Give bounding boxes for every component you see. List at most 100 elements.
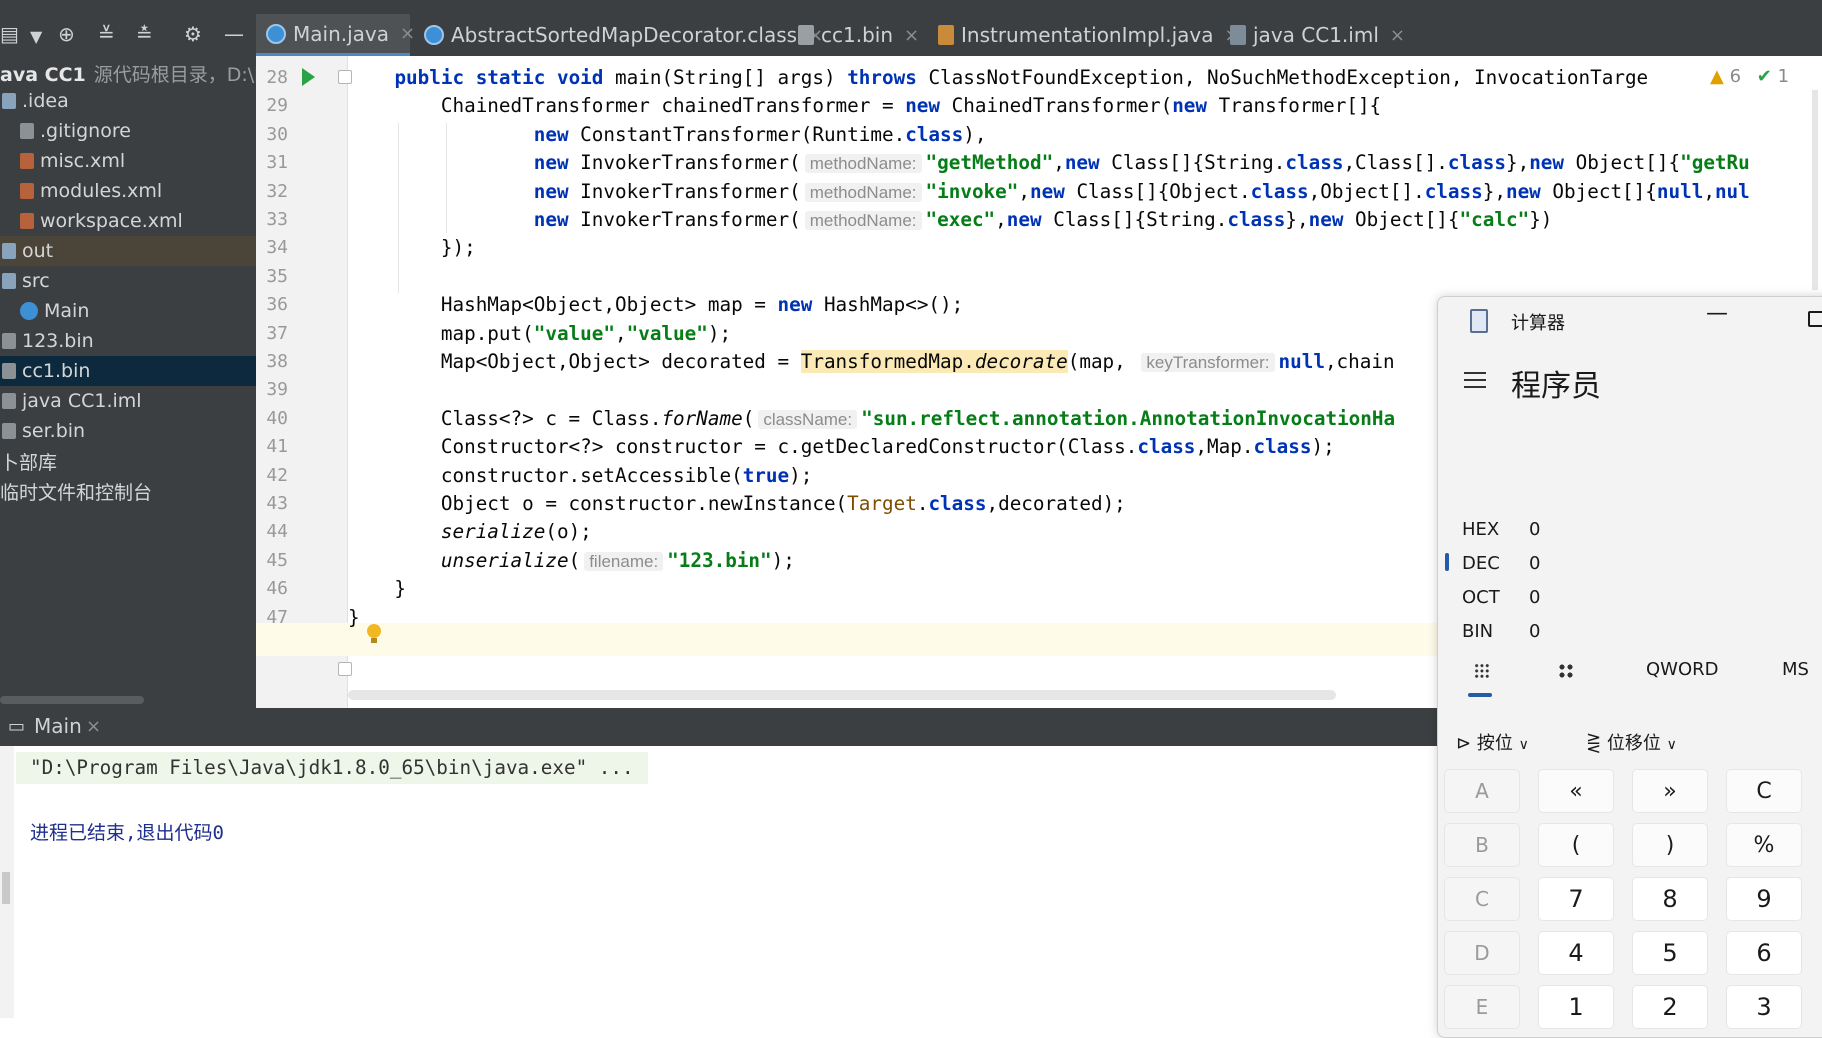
maximize-icon[interactable] [1808,311,1822,327]
fold-icon[interactable] [338,662,352,676]
project-tree-item[interactable]: java CC1.iml [0,386,256,416]
code-line[interactable]: unserialize(filename: "123.bin"); [348,544,795,577]
project-view-icon[interactable]: ▤ [0,22,19,46]
tab-abstractsortedmapdecorator[interactable]: AbstractSortedMapDecorator.class × [414,14,823,56]
calc-key[interactable]: 4 [1538,931,1614,975]
memory-store-button[interactable]: MS [1782,659,1809,680]
line-number: 47 [266,606,288,628]
code-token: null [1278,350,1325,373]
close-icon[interactable]: × [86,716,101,737]
run-gutter-icon[interactable] [302,68,315,86]
calc-key[interactable]: % [1726,823,1802,867]
editor-horizontal-scrollbar[interactable] [348,690,1336,700]
project-tree-item[interactable]: cc1.bin [0,356,256,386]
calc-key[interactable]: 8 [1632,877,1708,921]
code-token: . [916,492,929,515]
calc-key[interactable]: ) [1632,823,1708,867]
project-tree-item-label: Main [44,300,90,322]
project-root[interactable]: ava CC1 源代码根目录，D:\网安 [0,60,256,87]
inspection-widget[interactable]: ▲ 6 ✔ 1 [1710,66,1789,87]
base-hex[interactable]: HEX 0 [1462,519,1540,540]
code-token: ChainedTransformer( [951,94,1173,118]
calc-key[interactable]: C [1726,769,1802,813]
project-tree-item[interactable]: misc.xml [0,146,256,176]
code-token: main(String[] args) [615,66,848,89]
close-icon[interactable]: × [904,25,919,46]
project-tree-item[interactable]: .idea [0,86,256,116]
calc-key[interactable]: 9 [1726,877,1802,921]
code-token: "value" [533,321,615,345]
project-tree-item[interactable]: ser.bin [0,416,256,446]
project-scrollbar[interactable] [0,696,144,704]
bitwise-dropdown[interactable]: ⊳ 按位 ∨ [1456,729,1529,755]
base-name: BIN [1462,621,1494,642]
code-line[interactable]: }); [348,231,476,264]
project-tree-item[interactable]: 卜部库 [0,446,256,476]
hide-icon[interactable]: — [224,22,244,46]
project-tree-item-label: workspace.xml [40,210,183,232]
settings-icon[interactable]: ⚙ [184,22,202,46]
collapse-all-icon[interactable]: ≛ [136,22,153,46]
project-tree-item[interactable]: 123.bin [0,326,256,356]
calc-key[interactable]: 5 [1632,931,1708,975]
tab-cc1-bin[interactable]: cc1.bin × [788,14,924,56]
code-token: class [1447,151,1506,175]
code-line[interactable]: new InvokerTransformer(methodName: "exec"… [348,203,1553,236]
calc-key[interactable]: » [1632,769,1708,813]
calc-key[interactable]: 6 [1726,931,1802,975]
calc-key: E [1444,985,1520,1029]
base-bin[interactable]: BIN 0 [1462,621,1540,642]
full-keypad-icon[interactable] [1474,663,1490,679]
project-tree-item[interactable]: .gitignore [0,116,256,146]
tab-java-cc1-iml[interactable]: java CC1.iml × [1220,14,1410,56]
code-token: class [1424,179,1483,203]
code-token: "calc" [1459,208,1530,231]
editor-vertical-scrollbar[interactable] [1812,90,1818,290]
project-tree-item[interactable]: out [0,236,256,266]
project-tree-item[interactable]: src [0,266,256,296]
code-token: new [1529,151,1576,175]
close-icon[interactable]: × [1390,25,1405,46]
calc-key[interactable]: 7 [1538,877,1614,921]
run-side-marker [2,872,10,904]
tab-instrumentationimpl[interactable]: InstrumentationImpl.java × [928,14,1240,56]
minimize-icon[interactable]: — [1706,301,1728,326]
keypad-tab-indicator [1468,693,1492,697]
code-token: }); [348,236,476,260]
project-tree-item[interactable]: 临时文件和控制台 [0,476,256,506]
project-tree-item[interactable]: workspace.xml [0,206,256,236]
code-line[interactable]: } [348,601,360,634]
code-token: ); [707,321,732,345]
run-tab-label[interactable]: Main [34,714,82,738]
check-icon: ✔ [1756,66,1772,87]
calc-key: B [1444,823,1520,867]
locate-icon[interactable]: ⊕ [58,22,75,46]
java-class-icon [266,23,286,44]
calc-key[interactable]: 3 [1726,985,1802,1029]
close-icon[interactable]: × [400,23,415,44]
project-tree-item[interactable]: modules.xml [0,176,256,206]
calc-key[interactable]: ( [1538,823,1614,867]
calc-key[interactable]: « [1538,769,1614,813]
lightbulb-icon[interactable] [367,624,381,643]
fold-icon[interactable] [338,70,352,84]
word-size-button[interactable]: QWORD [1646,659,1719,680]
menu-icon[interactable] [1464,367,1486,393]
dropdown-icon[interactable]: ▼ [30,25,42,49]
project-tree-item-label: .idea [22,90,69,112]
base-oct[interactable]: OCT 0 [1462,587,1540,608]
calc-key[interactable]: 2 [1632,985,1708,1029]
code-token: Class[]{String. [1053,208,1228,231]
code-line[interactable]: Map<Object,Object> decorated = Transform… [348,345,1395,378]
base-dec[interactable]: DEC 0 [1462,553,1540,574]
bit-toggle-keypad-icon[interactable] [1558,663,1574,679]
bitshift-dropdown[interactable]: ⋛ 位移位 ∨ [1586,729,1677,755]
code-token: true [742,463,790,487]
project-tree-item[interactable]: Main [0,296,256,326]
code-token: ,Map. [1195,435,1254,459]
code-token: new [777,293,824,317]
code-token: Constructor<?> constructor = c.getDeclar… [348,435,1138,459]
expand-all-icon[interactable]: ≚ [98,22,115,46]
calc-key[interactable]: 1 [1538,985,1614,1029]
tab-main-java[interactable]: Main.java × [256,14,415,56]
